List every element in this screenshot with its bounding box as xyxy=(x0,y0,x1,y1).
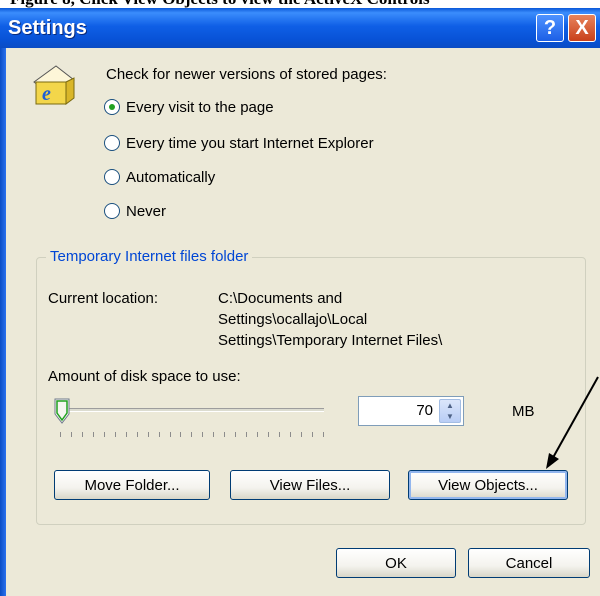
annotation-arrow-icon xyxy=(546,376,599,469)
check-newer-label: Check for newer versions of stored pages… xyxy=(106,66,387,83)
ok-button[interactable]: OK xyxy=(336,548,456,578)
disk-space-spinbox[interactable]: 70 ▲ ▼ xyxy=(358,396,464,426)
disk-space-unit: MB xyxy=(512,403,535,420)
disk-space-value: 70 xyxy=(416,402,433,419)
slider-thumb[interactable] xyxy=(54,398,70,424)
spin-up-icon[interactable]: ▲ xyxy=(446,401,454,410)
spin-down-icon[interactable]: ▼ xyxy=(446,412,454,421)
help-icon: ? xyxy=(543,17,557,39)
radio-label: Never xyxy=(126,202,167,220)
radio-label: Every visit to the page xyxy=(126,98,274,116)
radio-button[interactable] xyxy=(104,135,120,151)
group-title: Temporary Internet files folder xyxy=(46,248,253,265)
close-button[interactable]: X xyxy=(568,14,596,42)
window-left-border xyxy=(0,48,6,596)
radio-button[interactable] xyxy=(104,203,120,219)
current-location-line: Settings\Temporary Internet Files\ xyxy=(218,332,443,349)
close-icon: X xyxy=(575,17,589,39)
slider-ticks xyxy=(60,432,324,438)
title-bar: Settings ? X xyxy=(0,8,600,48)
radio-never[interactable]: Never xyxy=(104,200,166,222)
view-files-button[interactable]: View Files... xyxy=(230,470,390,500)
svg-text:e: e xyxy=(42,83,51,105)
window-title: Settings xyxy=(8,17,87,39)
move-folder-button[interactable]: Move Folder... xyxy=(54,470,210,500)
radio-every-start[interactable]: Every time you start Internet Explorer xyxy=(104,132,374,154)
radio-label: Automatically xyxy=(126,168,216,186)
disk-space-label: Amount of disk space to use: xyxy=(48,368,241,385)
radio-button[interactable] xyxy=(104,169,120,185)
current-location-line: Settings\ocallajo\Local xyxy=(218,311,368,328)
current-location-label: Current location: xyxy=(48,290,159,307)
radio-label: Every time you start Internet Explorer xyxy=(126,134,374,152)
current-location-line: C:\Documents and xyxy=(218,290,343,307)
radio-every-visit[interactable]: Every visit to the page xyxy=(104,96,274,118)
help-button[interactable]: ? xyxy=(536,14,564,42)
radio-button-checked[interactable] xyxy=(104,99,120,115)
view-objects-button[interactable]: View Objects... xyxy=(408,470,568,500)
radio-automatically[interactable]: Automatically xyxy=(104,166,215,188)
disk-space-slider-track[interactable] xyxy=(60,408,324,412)
spin-buttons[interactable]: ▲ ▼ xyxy=(439,399,461,423)
cancel-button[interactable]: Cancel xyxy=(468,548,590,578)
ie-cache-icon: e xyxy=(33,65,75,105)
